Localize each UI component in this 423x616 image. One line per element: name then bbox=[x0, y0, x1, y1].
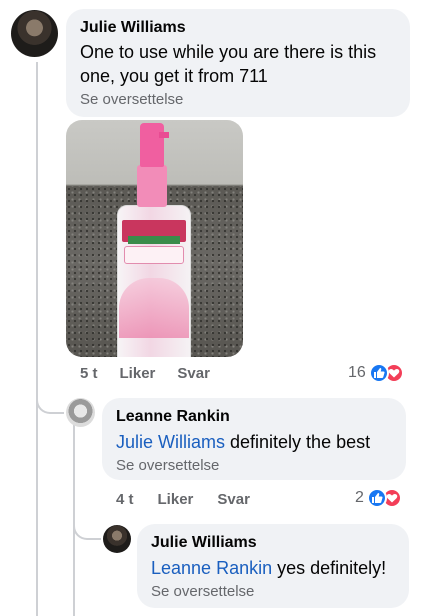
reaction-count: 2 bbox=[355, 489, 364, 506]
reply-connector bbox=[73, 518, 101, 540]
reply-button[interactable]: Svar bbox=[177, 365, 210, 382]
see-translation-link[interactable]: Se oversettelse bbox=[116, 456, 392, 476]
comment-photo[interactable] bbox=[66, 120, 243, 357]
like-button[interactable]: Liker bbox=[158, 491, 194, 508]
comment-body: yes definitely! bbox=[272, 558, 387, 578]
comment-bubble: Julie Williams One to use while you are … bbox=[66, 9, 410, 117]
see-translation-link[interactable]: Se oversettelse bbox=[80, 90, 396, 110]
comment-body: definitely the best bbox=[225, 432, 371, 452]
comment-text: Julie Williams definitely the best bbox=[116, 430, 392, 454]
avatar-julie-williams[interactable] bbox=[103, 525, 131, 553]
comment-bubble: Leanne Rankin Julie Williams definitely … bbox=[102, 398, 406, 480]
comment-author[interactable]: Julie Williams bbox=[80, 18, 396, 38]
like-reaction-icon bbox=[366, 488, 387, 508]
comment-bubble: Julie Williams Leanne Rankin yes definit… bbox=[137, 524, 409, 608]
reaction-count: 16 bbox=[348, 364, 366, 381]
bottle-brand-label bbox=[124, 246, 184, 264]
reply-button[interactable]: Svar bbox=[217, 491, 250, 508]
bottle-neck bbox=[137, 165, 167, 207]
avatar-leanne-rankin[interactable] bbox=[66, 398, 95, 427]
like-button[interactable]: Liker bbox=[120, 365, 156, 382]
thread-line bbox=[36, 62, 38, 616]
thread-line bbox=[73, 418, 75, 616]
bottle-label-stripe bbox=[128, 236, 180, 244]
avatar-julie-williams[interactable] bbox=[11, 10, 58, 57]
see-translation-link[interactable]: Se oversettelse bbox=[151, 582, 395, 602]
mention-link[interactable]: Julie Williams bbox=[116, 432, 225, 452]
comment-actions: 4 t Liker Svar bbox=[116, 491, 250, 508]
mention-link[interactable]: Leanne Rankin bbox=[151, 558, 272, 578]
comment-time[interactable]: 5 t bbox=[80, 365, 98, 382]
comment-time[interactable]: 4 t bbox=[116, 491, 134, 508]
bottle-spray-cap bbox=[140, 123, 164, 167]
bottle-liquid bbox=[119, 278, 189, 338]
reaction-summary[interactable]: 16 bbox=[348, 363, 404, 383]
reaction-summary[interactable]: 2 bbox=[355, 488, 402, 508]
comment-text: One to use while you are there is this o… bbox=[80, 42, 377, 86]
comment-author[interactable]: Leanne Rankin bbox=[116, 407, 392, 427]
bottle-nozzle bbox=[159, 132, 169, 138]
reply-connector bbox=[36, 392, 64, 414]
like-reaction-icon bbox=[368, 363, 389, 383]
comment-text: Leanne Rankin yes definitely! bbox=[151, 556, 395, 580]
comment-author[interactable]: Julie Williams bbox=[151, 533, 395, 553]
comment-actions: 5 t Liker Svar bbox=[80, 365, 210, 382]
